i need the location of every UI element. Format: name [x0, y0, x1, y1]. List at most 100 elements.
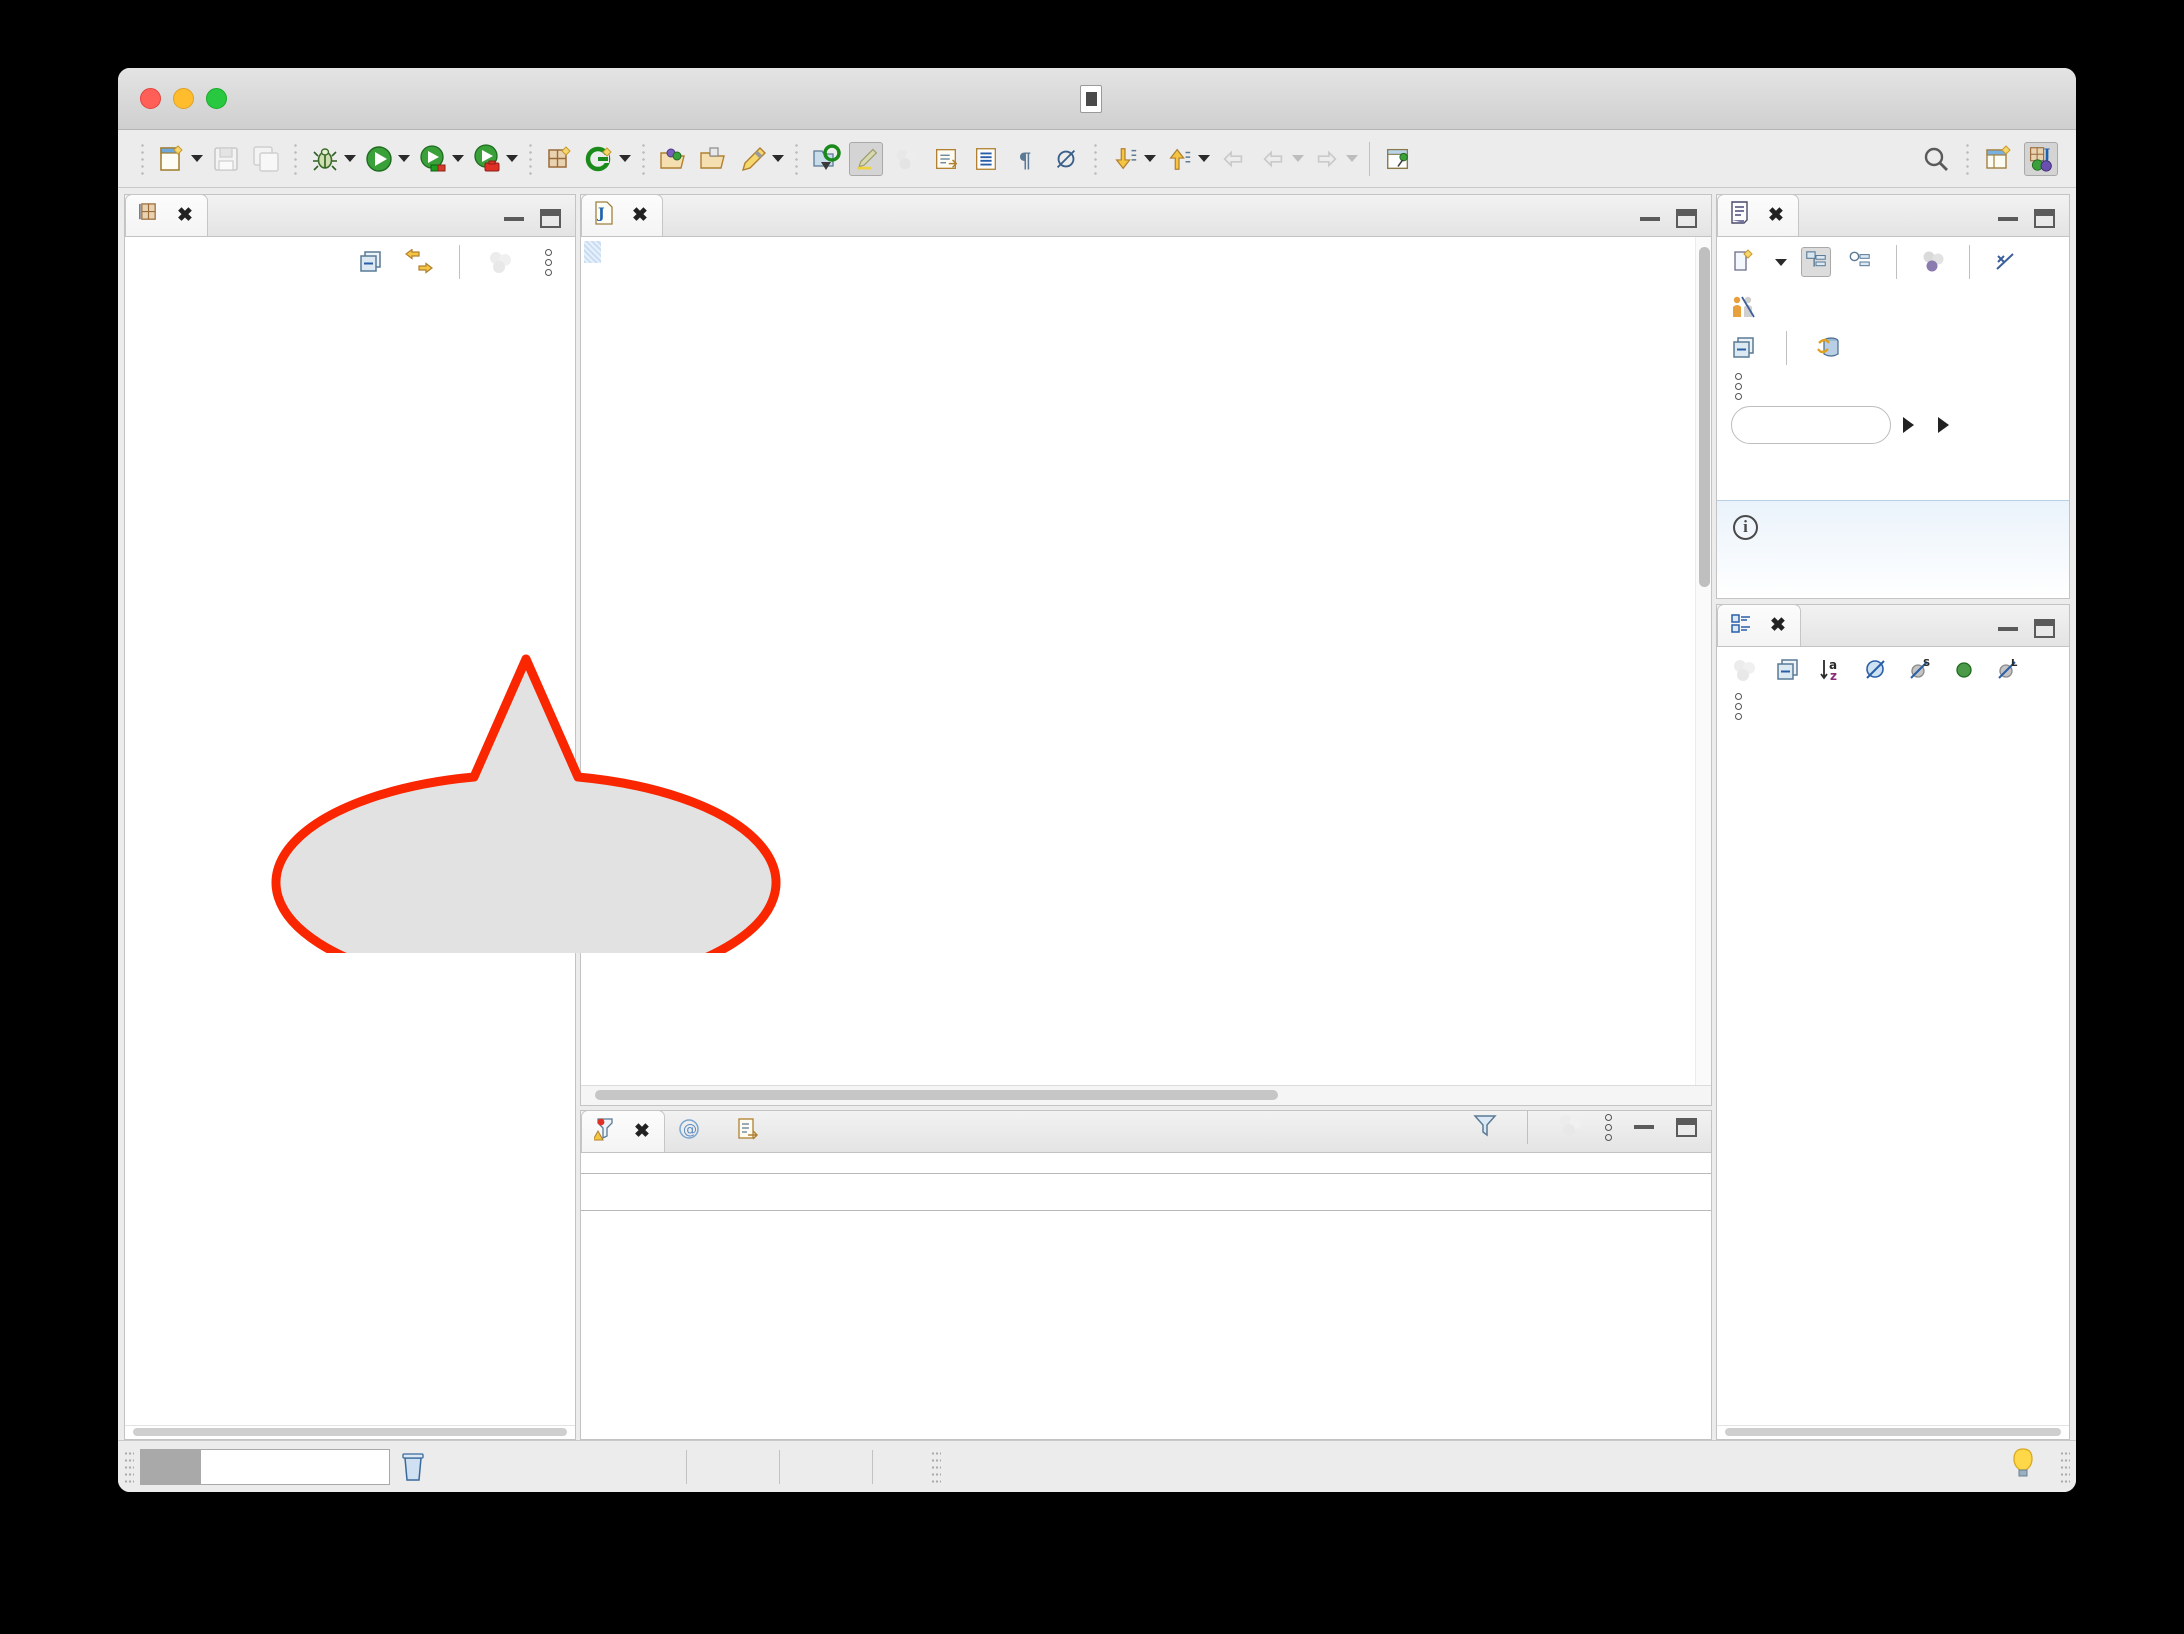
new-java-class-button[interactable] [581, 137, 633, 181]
collapse-all-icon[interactable] [1773, 655, 1803, 685]
problems-rows[interactable] [581, 1211, 1711, 1439]
maximize-icon[interactable] [1676, 1117, 1697, 1137]
previous-edit-button[interactable] [1106, 137, 1158, 181]
chevron-down-icon[interactable] [772, 155, 784, 162]
outline-hscrollbar[interactable] [1717, 1425, 2069, 1439]
save-all-button[interactable] [247, 137, 285, 181]
next-annotation-button[interactable] [927, 137, 965, 181]
tab-package-explorer[interactable]: ✖ [125, 194, 208, 236]
new-java-project-button[interactable] [807, 137, 845, 181]
minimize-icon[interactable] [1640, 216, 1660, 221]
chevron-right-icon[interactable] [1938, 417, 1949, 433]
sort-az-icon[interactable]: a z [1817, 655, 1847, 685]
scheduled-icon[interactable] [1845, 247, 1875, 277]
chevron-down-icon[interactable] [1144, 155, 1156, 162]
minimize-icon[interactable] [1998, 626, 2018, 631]
outline-tree[interactable] [1717, 724, 2069, 1425]
chevron-down-icon[interactable] [619, 155, 631, 162]
hide-fields-icon[interactable] [1861, 655, 1891, 685]
java-perspective-button[interactable]: J [2022, 137, 2060, 181]
close-icon[interactable]: ✖ [1768, 206, 1784, 225]
close-icon[interactable]: ✖ [177, 206, 193, 225]
chevron-down-icon[interactable] [452, 155, 464, 162]
package-explorer-tree[interactable] [125, 287, 575, 1425]
hide-static-icon[interactable]: S [1905, 655, 1935, 685]
view-menu-dots-icon[interactable] [1735, 693, 1742, 720]
package-explorer-hscrollbar[interactable] [125, 1425, 575, 1439]
minimize-icon[interactable] [1998, 216, 2018, 221]
quick-access-search-button[interactable] [1917, 137, 1955, 181]
forward-button[interactable] [1308, 137, 1360, 181]
my-tasks-icon[interactable] [1729, 293, 1759, 323]
tab-outline[interactable]: ✖ [1717, 604, 1801, 646]
find-input[interactable] [1731, 406, 1891, 444]
new-java-package-button[interactable] [541, 137, 579, 181]
editor-text-area[interactable] [581, 237, 1711, 1085]
chevron-down-icon[interactable] [1775, 258, 1787, 266]
minimize-icon[interactable] [1634, 1125, 1654, 1129]
run-button[interactable] [360, 137, 412, 181]
close-icon[interactable]: ✖ [1770, 616, 1786, 635]
open-type-button[interactable] [654, 137, 692, 181]
filter-funnel-icon[interactable] [1472, 1112, 1498, 1143]
pilcrow-button[interactable]: ¶ [1007, 137, 1045, 181]
pin-editor-button[interactable] [1379, 137, 1417, 181]
view-menu-dots-icon[interactable] [533, 247, 563, 277]
edit-button[interactable] [734, 137, 786, 181]
back-button[interactable] [1254, 137, 1306, 181]
editor-source-code[interactable] [659, 237, 1695, 1085]
toggle-mark-occurrences-button[interactable] [847, 137, 885, 181]
run-external-tools-button[interactable] [468, 137, 520, 181]
minimize-icon[interactable] [504, 216, 524, 221]
maximize-window-button[interactable] [206, 88, 227, 109]
chevron-down-icon[interactable] [1198, 155, 1210, 162]
tab-declaration[interactable] [724, 1110, 783, 1152]
focus-balls-icon[interactable] [1918, 247, 1948, 277]
focus-task-icon[interactable] [485, 247, 515, 277]
chevron-down-icon[interactable] [191, 155, 203, 162]
tab-problems[interactable]: ✖ [581, 1110, 665, 1152]
focus-balls-icon[interactable] [1729, 655, 1759, 685]
open-task-button[interactable] [694, 137, 732, 181]
chevron-down-icon[interactable] [506, 155, 518, 162]
maximize-icon[interactable] [2034, 209, 2055, 228]
collapse-all-icon[interactable] [1729, 333, 1759, 363]
tab-task-list[interactable]: ✖ [1717, 194, 1799, 236]
new-wizard-button[interactable] [153, 137, 205, 181]
chevron-down-icon[interactable] [344, 155, 356, 162]
trash-icon[interactable] [400, 1452, 426, 1482]
hide-completed-icon[interactable] [1991, 247, 2021, 277]
new-task-icon[interactable] [1729, 247, 1759, 277]
categorized-icon[interactable] [1801, 247, 1831, 277]
back-history-button[interactable] [1214, 137, 1252, 181]
bulb-icon[interactable] [2010, 1447, 2036, 1487]
view-menu-dots-icon[interactable] [1605, 1113, 1612, 1141]
chevron-right-icon[interactable] [1903, 417, 1914, 433]
coverage-button[interactable] [414, 137, 466, 181]
editor-vscrollbar[interactable] [1695, 237, 1711, 1085]
tab-javadoc[interactable]: @ [665, 1110, 724, 1152]
maximize-icon[interactable] [2034, 619, 2055, 638]
editor-hscrollbar[interactable] [581, 1085, 1711, 1105]
view-menu-dots-icon[interactable] [1735, 373, 1742, 400]
focus-balls-icon[interactable] [1557, 1112, 1583, 1143]
hide-local-icon[interactable]: L [1993, 655, 2023, 685]
chevron-down-icon[interactable] [398, 155, 410, 162]
debug-button[interactable] [306, 137, 358, 181]
link-with-editor-icon[interactable] [404, 247, 434, 277]
chevron-down-icon[interactable] [1292, 155, 1304, 162]
show-whitespace-button[interactable] [967, 137, 1005, 181]
chevron-down-icon[interactable] [1346, 155, 1358, 162]
next-edit-button[interactable] [1160, 137, 1212, 181]
save-button[interactable] [207, 137, 245, 181]
collapse-all-icon[interactable] [356, 247, 386, 277]
tab-robotinstructions-java[interactable]: J ✖ [581, 194, 663, 236]
minimize-window-button[interactable] [173, 88, 194, 109]
maximize-icon[interactable] [540, 209, 561, 228]
problems-column-headers[interactable] [581, 1173, 1711, 1211]
skip-breakpoints-button[interactable] [887, 137, 925, 181]
hide-nonpublic-icon[interactable] [1949, 655, 1979, 685]
toggle-block-selection-button[interactable] [1047, 137, 1085, 181]
close-window-button[interactable] [140, 88, 161, 109]
open-perspective-button[interactable] [1980, 137, 2018, 181]
